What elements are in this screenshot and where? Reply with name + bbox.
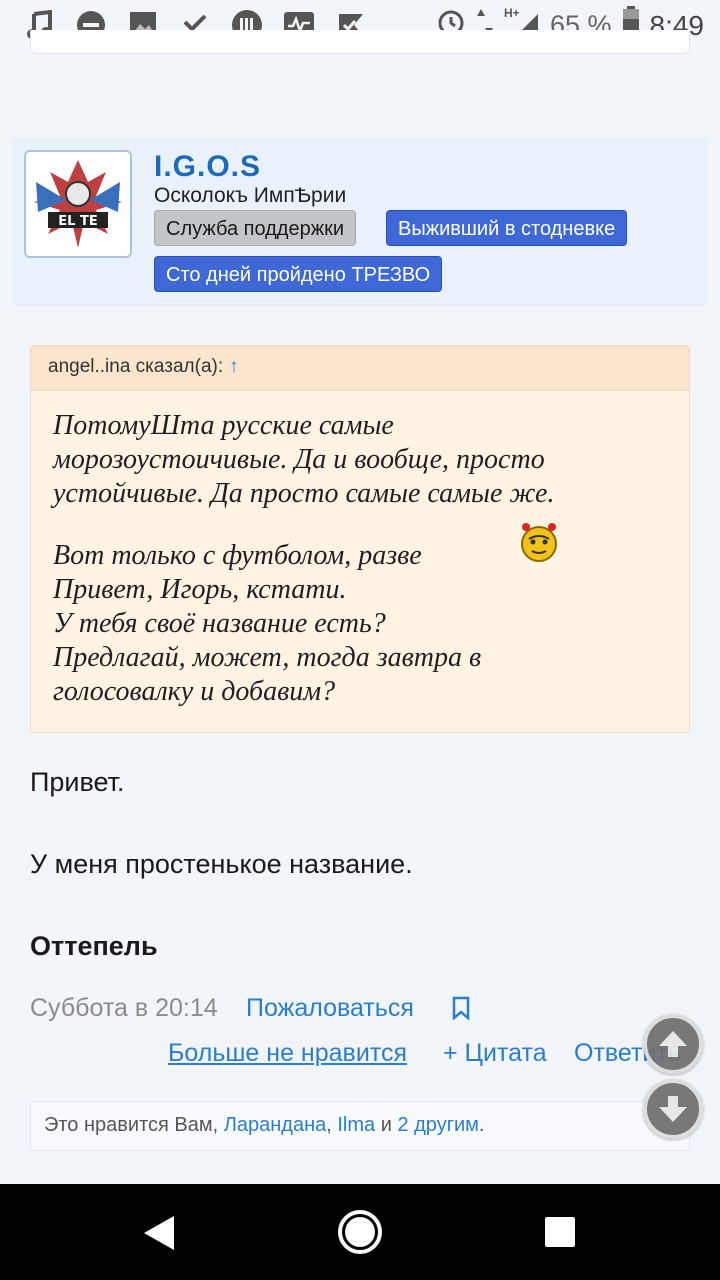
likes-separator: ,	[326, 1114, 332, 1136]
likes-and: и	[380, 1114, 392, 1136]
badge-sober: Сто дней пройдено ТРЕЗВО	[154, 256, 443, 292]
avatar[interactable]: EL TE	[24, 150, 132, 258]
quote-block: angel..ina сказал(а): ↑ ПотомуШта русские…	[30, 345, 690, 733]
quote-line: Предлагай, может, тогда завтра в	[53, 642, 482, 673]
arrow-up-icon	[659, 1031, 687, 1057]
scroll-up-button[interactable]	[643, 1014, 703, 1074]
username[interactable]: I.G.O.S	[154, 150, 261, 184]
post-date[interactable]: Суббота в 20:14	[30, 994, 218, 1023]
bookmark-icon[interactable]	[452, 996, 470, 1021]
quote-button[interactable]: + Цитата	[443, 1039, 547, 1068]
previous-post-edge	[30, 30, 690, 54]
user-title: Осколокъ ИмпѢрии	[154, 184, 347, 207]
likes-end: .	[478, 1114, 485, 1136]
svg-text:EL TE: EL TE	[58, 214, 97, 229]
message-line: У меня простенькое название.	[30, 849, 413, 879]
quote-jump-link[interactable]: ↑	[229, 356, 239, 377]
badge-survivor: Выживший в стодневке	[386, 210, 628, 246]
quote-line: ПотомуШта русские самые	[53, 410, 394, 441]
report-link[interactable]: Пожаловаться	[246, 994, 414, 1023]
arrow-down-icon	[659, 1096, 687, 1122]
likes-summary: Это нравится Вам, Ларандана, Ilma и 2 др…	[30, 1101, 690, 1151]
quote-header: angel..ina сказал(а): ↑	[31, 346, 689, 391]
likes-prefix: Это нравится Вам,	[44, 1114, 219, 1136]
unlike-button[interactable]: Больше не нравится	[168, 1039, 407, 1068]
liker-link[interactable]: Ilma	[337, 1114, 375, 1136]
message-line: Привет.	[30, 767, 125, 797]
quote-line: Привет, Игорь, кстати.	[53, 574, 347, 605]
likes-others-link[interactable]: 2 другим	[397, 1114, 478, 1136]
back-icon[interactable]	[140, 1214, 178, 1257]
recent-apps-icon[interactable]	[545, 1217, 575, 1247]
quote-line: морозоустоичивые. Да и вообще, просто	[53, 444, 545, 475]
home-icon[interactable]	[338, 1210, 382, 1254]
badge-support: Служба поддержки	[154, 210, 357, 246]
user-card: EL TE I.G.O.S Осколокъ ИмпѢрии Служба по…	[12, 138, 708, 306]
quote-line: У тебя своё название есть?	[53, 608, 386, 639]
smiley-icon	[517, 519, 561, 563]
quote-line: устойчивые. Да просто самые самые же.	[53, 478, 555, 509]
message-bold-line: Оттепель	[30, 931, 158, 961]
navigation-bar	[0, 1184, 720, 1280]
quote-body: ПотомуШта русские самые морозоустоичивые…	[31, 391, 689, 727]
quote-line: голосовалку и добавим?	[53, 676, 336, 707]
quote-line: Вот только с футболом, разве	[53, 540, 422, 571]
liker-link[interactable]: Ларандана	[224, 1114, 327, 1136]
scroll-down-button[interactable]	[643, 1079, 703, 1139]
quote-author: angel..ina сказал(а):	[48, 356, 224, 377]
